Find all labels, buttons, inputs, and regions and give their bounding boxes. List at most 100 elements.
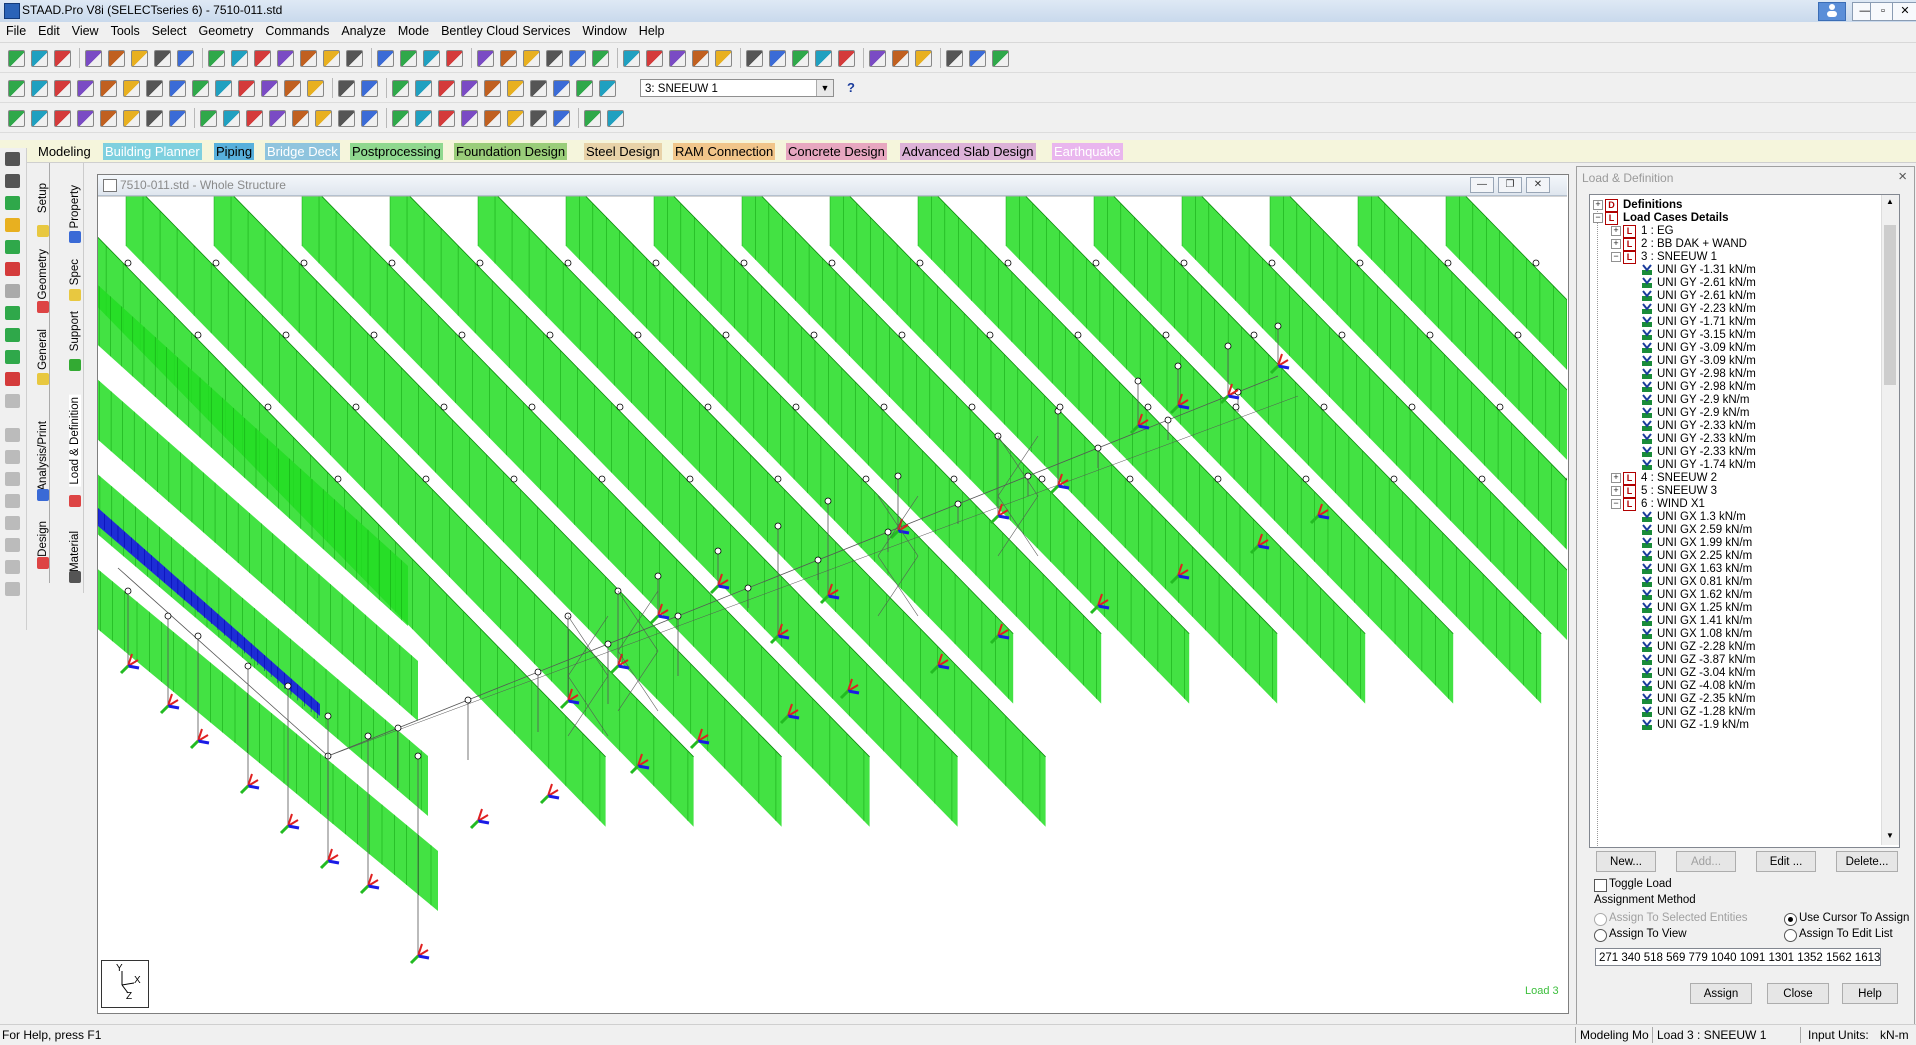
toolbar-tool-icon[interactable] <box>77 80 94 97</box>
left-tool-icon[interactable] <box>5 284 20 298</box>
tab-geometry[interactable]: Geometry <box>37 249 49 300</box>
toolbar-tool-icon[interactable] <box>100 80 117 97</box>
left-tool-icon[interactable] <box>5 196 20 210</box>
use-cursor-radio[interactable] <box>1784 913 1797 926</box>
close-icon[interactable]: ✕ <box>1892 2 1916 21</box>
toolbar-tool-icon[interactable] <box>415 80 432 97</box>
toolbar-tool-icon[interactable] <box>423 50 440 67</box>
toolbar-tool-icon[interactable] <box>623 50 640 67</box>
left-tool-icon[interactable] <box>5 516 20 530</box>
toolbar-tool-icon[interactable] <box>484 80 501 97</box>
menu-help[interactable]: Help <box>633 22 671 38</box>
toolbar-tool-icon[interactable] <box>507 110 524 127</box>
toolbar-tool-icon[interactable] <box>238 80 255 97</box>
left-tool-icon[interactable] <box>5 394 20 408</box>
left-tool-icon[interactable] <box>5 262 20 276</box>
toolbar-tool-icon[interactable] <box>461 110 478 127</box>
menu-window[interactable]: Window <box>576 22 632 38</box>
tab-setup[interactable]: Setup <box>37 183 49 213</box>
toolbar-tool-icon[interactable] <box>415 110 432 127</box>
toolbar-tool-icon[interactable] <box>869 50 886 67</box>
toolbar-tool-icon[interactable] <box>31 110 48 127</box>
mode-tab-piping[interactable]: Piping <box>214 143 255 160</box>
assign-edit-list-radio[interactable] <box>1784 929 1797 942</box>
toolbar-tool-icon[interactable] <box>446 50 463 67</box>
left-tool-icon[interactable] <box>5 174 20 188</box>
user-account-icon[interactable] <box>1818 2 1846 21</box>
menu-mode[interactable]: Mode <box>392 22 435 38</box>
menu-tools[interactable]: Tools <box>105 22 146 38</box>
toolbar-tool-icon[interactable] <box>292 110 309 127</box>
load-tree[interactable]: + D Definitions − L Load Cases Details + L 1 : E… <box>1589 194 1900 848</box>
menu-edit[interactable]: Edit <box>32 22 66 38</box>
toolbar-tool-icon[interactable] <box>530 110 547 127</box>
toolbar-tool-icon[interactable] <box>85 50 102 67</box>
toolbar-tool-icon[interactable] <box>607 110 624 127</box>
menu-bentley-cloud-services[interactable]: Bentley Cloud Services <box>435 22 576 38</box>
mode-tab-concrete-design[interactable]: Concrete Design <box>786 143 887 160</box>
toolbar-tool-icon[interactable] <box>377 50 394 67</box>
toolbar-tool-icon[interactable] <box>54 50 71 67</box>
toggle-load-checkbox[interactable] <box>1594 879 1607 892</box>
tab-general[interactable]: General <box>37 329 49 370</box>
toolbar-tool-icon[interactable] <box>715 50 732 67</box>
toolbar-tool-icon[interactable] <box>277 50 294 67</box>
toolbar-tool-icon[interactable] <box>792 50 809 67</box>
toolbar-tool-icon[interactable] <box>553 110 570 127</box>
menu-view[interactable]: View <box>66 22 105 38</box>
left-tool-icon[interactable] <box>5 372 20 386</box>
new-button[interactable]: New... <box>1596 851 1656 872</box>
scroll-down-icon[interactable]: ▼ <box>1886 831 1894 840</box>
toolbar-tool-icon[interactable] <box>669 50 686 67</box>
toolbar-tool-icon[interactable] <box>8 50 25 67</box>
left-tool-icon[interactable] <box>5 450 20 464</box>
toolbar-tool-icon[interactable] <box>169 80 186 97</box>
left-tool-icon[interactable] <box>5 306 20 320</box>
left-tool-icon[interactable] <box>5 560 20 574</box>
toolbar-tool-icon[interactable] <box>584 110 601 127</box>
expand-icon[interactable]: + <box>1611 226 1621 236</box>
toolbar-tool-icon[interactable] <box>146 110 163 127</box>
scroll-up-icon[interactable]: ▲ <box>1886 197 1894 206</box>
toolbar-tool-icon[interactable] <box>307 80 324 97</box>
left-tool-icon[interactable] <box>5 538 20 552</box>
toolbar-tool-icon[interactable] <box>553 80 570 97</box>
mode-tab-earthquake[interactable]: Earthquake <box>1052 143 1123 160</box>
subtab-material[interactable]: Material <box>69 531 81 572</box>
structure-model-drawing[interactable] <box>98 196 1567 1011</box>
toolbar-tool-icon[interactable] <box>223 110 240 127</box>
left-tool-icon[interactable] <box>5 350 20 364</box>
toolbar-tool-icon[interactable] <box>100 110 117 127</box>
subtab-spec[interactable]: Spec <box>69 259 81 285</box>
toolbar-tool-icon[interactable] <box>254 50 271 67</box>
left-tool-icon[interactable] <box>5 428 20 442</box>
toolbar-tool-icon[interactable] <box>692 50 709 67</box>
toolbar-tool-icon[interactable] <box>969 50 986 67</box>
toolbar-tool-icon[interactable] <box>8 80 25 97</box>
left-tool-icon[interactable] <box>5 494 20 508</box>
toolbar-tool-icon[interactable] <box>838 50 855 67</box>
toolbar-tool-icon[interactable] <box>154 50 171 67</box>
toolbar-tool-icon[interactable] <box>815 50 832 67</box>
subtab-support[interactable]: Support <box>69 311 81 351</box>
toolbar-tool-icon[interactable] <box>507 80 524 97</box>
mode-tab-postprocessing[interactable]: Postprocessing <box>350 143 443 160</box>
toolbar-tool-icon[interactable] <box>338 110 355 127</box>
edit-button[interactable]: Edit ... <box>1756 851 1816 872</box>
toolbar-tool-icon[interactable] <box>599 80 616 97</box>
mode-tab-advanced-slab-design[interactable]: Advanced Slab Design <box>900 143 1036 160</box>
menu-select[interactable]: Select <box>146 22 193 38</box>
left-tool-icon[interactable] <box>5 240 20 254</box>
expand-icon[interactable]: + <box>1593 200 1603 210</box>
toolbar-tool-icon[interactable] <box>246 110 263 127</box>
mode-tab-foundation-design[interactable]: Foundation Design <box>454 143 568 160</box>
toolbar-tool-icon[interactable] <box>646 50 663 67</box>
collapse-icon[interactable]: − <box>1611 499 1621 509</box>
collapse-icon[interactable]: − <box>1593 213 1603 223</box>
add-button[interactable]: Add... <box>1676 851 1736 872</box>
toolbar-tool-icon[interactable] <box>461 80 478 97</box>
toolbar-tool-icon[interactable] <box>438 80 455 97</box>
toolbar-tool-icon[interactable] <box>123 110 140 127</box>
toolbar-tool-icon[interactable] <box>338 80 355 97</box>
toolbar-tool-icon[interactable] <box>569 50 586 67</box>
